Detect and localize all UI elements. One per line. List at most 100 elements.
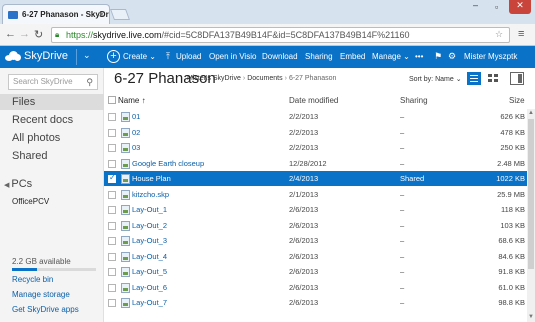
row-checkbox[interactable] <box>108 159 116 168</box>
row-checkbox[interactable] <box>108 173 116 183</box>
search-input[interactable]: Search SkyDrive ⚲ <box>8 74 98 90</box>
manage-storage-link[interactable]: Manage storage <box>12 290 70 299</box>
file-name-link[interactable]: Lay-Out_6 <box>132 283 167 292</box>
notifications-icon[interactable]: ⚑ <box>434 51 442 62</box>
user-name[interactable]: Mister Myszptk <box>464 52 517 61</box>
scroll-up-icon[interactable]: ▲ <box>528 110 534 116</box>
file-size: 250 KB <box>500 143 525 152</box>
select-all-checkbox[interactable] <box>108 96 116 104</box>
table-row[interactable]: Lay-Out_7 2/6/2013 – 98.8 KB <box>104 295 527 310</box>
file-name-link[interactable]: Lay-Out_4 <box>132 252 167 261</box>
row-checkbox[interactable] <box>108 252 116 261</box>
thumbnails-view-icon[interactable] <box>487 72 501 85</box>
browser-tab[interactable]: 6-27 Phanason - SkyDriv ✕ <box>2 4 110 24</box>
create-plus-icon[interactable]: + <box>107 50 120 63</box>
window-minimize-icon[interactable]: – <box>473 0 478 10</box>
sort-ascending-icon: ↑ <box>141 96 146 105</box>
window-maximize-icon[interactable]: ▫ <box>495 2 498 12</box>
table-row[interactable]: Lay-Out_4 2/6/2013 – 84.6 KB <box>104 249 527 264</box>
sharing-button[interactable]: Sharing <box>305 52 333 61</box>
file-name-link[interactable]: kitzcho.skp <box>132 190 169 199</box>
column-size-header[interactable]: Size <box>509 96 525 105</box>
table-row[interactable]: Google Earth closeup 12/28/2012 – 2.48 MB <box>104 156 527 171</box>
gear-icon[interactable]: ⚙ <box>448 51 456 62</box>
skydrive-logo[interactable]: SkyDrive <box>5 50 68 62</box>
nav-item-recent-docs[interactable]: Recent docs <box>0 112 104 128</box>
row-checkbox[interactable] <box>108 128 116 137</box>
file-name-link[interactable]: Google Earth closeup <box>132 159 204 168</box>
details-pane-icon[interactable] <box>510 72 524 85</box>
file-sharing: – <box>400 236 405 245</box>
upload-icon[interactable]: ⤒ <box>166 51 170 62</box>
details-view-icon[interactable] <box>467 72 481 85</box>
table-row[interactable]: 03 2/2/2013 – 250 KB <box>104 140 527 155</box>
image-icon <box>121 127 130 138</box>
file-name-link[interactable]: Lay-Out_5 <box>132 267 167 276</box>
row-checkbox[interactable] <box>108 113 116 121</box>
table-row[interactable]: Lay-Out_2 2/6/2013 – 103 KB <box>104 218 527 233</box>
row-checkbox[interactable] <box>108 283 116 292</box>
file-name-link[interactable]: House Plan <box>132 174 171 183</box>
nav-item-files[interactable]: Files <box>0 94 104 110</box>
file-name-link[interactable]: Lay-Out_3 <box>132 236 167 245</box>
more-button[interactable]: ••• <box>415 52 423 61</box>
file-name-link[interactable]: 03 <box>132 143 140 152</box>
collapse-triangle-icon: ◀ <box>4 182 10 189</box>
pcs-section-header[interactable]: ◀ PCs <box>0 176 104 192</box>
open-in-visio-button[interactable]: Open in Visio <box>209 52 256 61</box>
browser-menu-icon[interactable]: ≡ <box>518 28 524 40</box>
breadcrumb-item[interactable]: Mister's SkyDrive <box>187 75 241 82</box>
breadcrumb-item[interactable]: Documents <box>247 75 282 82</box>
address-bar-input[interactable]: 🔒︎ https://skydrive.live.com/#cid=5C8DFA… <box>51 27 510 43</box>
column-date-header[interactable]: Date modified <box>289 96 338 105</box>
file-name-link[interactable]: Lay-Out_7 <box>132 298 167 307</box>
get-skydrive-apps-link[interactable]: Get SkyDrive apps <box>12 305 79 314</box>
file-name-link[interactable]: 01 <box>132 112 140 121</box>
row-checkbox[interactable] <box>108 190 116 199</box>
table-row[interactable]: Lay-Out_5 2/6/2013 – 91.8 KB <box>104 264 527 279</box>
table-row[interactable]: 02 2/2/2013 – 478 KB <box>104 125 527 140</box>
window-close-icon[interactable]: ✕ <box>509 0 531 14</box>
file-name-link[interactable]: Lay-Out_2 <box>132 221 167 230</box>
row-checkbox[interactable] <box>108 299 116 307</box>
table-row[interactable]: House Plan 2/4/2013 Shared 1022 KB <box>104 171 527 186</box>
forward-arrow-icon[interactable]: → <box>19 28 30 40</box>
back-arrow-icon[interactable]: ← <box>5 28 16 40</box>
file-name-link[interactable]: Lay-Out_1 <box>132 205 167 214</box>
image-icon <box>121 205 130 215</box>
search-icon[interactable]: ⚲ <box>86 75 93 89</box>
table-row[interactable]: 01 2/2/2013 – 626 KB <box>104 109 527 124</box>
nav-item-all-photos[interactable]: All photos <box>0 130 104 146</box>
download-button[interactable]: Download <box>262 52 298 61</box>
row-checkbox[interactable] <box>108 221 116 230</box>
tab-close-icon[interactable]: ✕ <box>98 10 105 19</box>
file-name-link[interactable]: 02 <box>132 128 140 137</box>
nav-item-shared[interactable]: Shared <box>0 148 104 164</box>
table-row[interactable]: Lay-Out_1 2/6/2013 – 118 KB <box>104 202 527 217</box>
scrollbar[interactable]: ▲ ▼ <box>527 109 535 322</box>
scroll-thumb[interactable] <box>528 119 534 269</box>
table-row[interactable]: kitzcho.skp 2/1/2013 – 25.9 MB <box>104 187 527 202</box>
table-row[interactable]: Lay-Out_6 2/6/2013 – 61.0 KB <box>104 280 527 295</box>
sort-by-dropdown[interactable]: Sort by: Name ⌄ <box>409 75 462 83</box>
table-row[interactable]: Lay-Out_3 2/6/2013 – 68.6 KB <box>104 233 527 248</box>
visio-icon <box>121 174 130 184</box>
new-tab-button[interactable] <box>109 9 131 20</box>
file-sharing: – <box>400 127 405 137</box>
row-checkbox[interactable] <box>108 144 116 152</box>
reload-icon[interactable]: ↻ <box>34 28 43 41</box>
embed-button[interactable]: Embed <box>340 52 365 61</box>
column-sharing-header[interactable]: Sharing <box>400 96 428 105</box>
create-button[interactable]: Create ⌄ <box>123 52 156 61</box>
row-checkbox[interactable] <box>108 237 116 245</box>
upload-button[interactable]: Upload <box>176 52 201 61</box>
manage-button[interactable]: Manage ⌄ <box>372 52 410 61</box>
chevron-down-icon[interactable]: ⌄ <box>83 50 91 61</box>
pc-item[interactable]: OfficePCV <box>12 197 49 206</box>
bookmark-star-icon[interactable]: ☆ <box>495 29 503 40</box>
column-name-header[interactable]: Name ↑ <box>118 96 146 105</box>
recycle-bin-link[interactable]: Recycle bin <box>12 275 53 284</box>
row-checkbox[interactable] <box>108 268 116 276</box>
row-checkbox[interactable] <box>108 206 116 214</box>
scroll-down-icon[interactable]: ▼ <box>528 314 534 320</box>
